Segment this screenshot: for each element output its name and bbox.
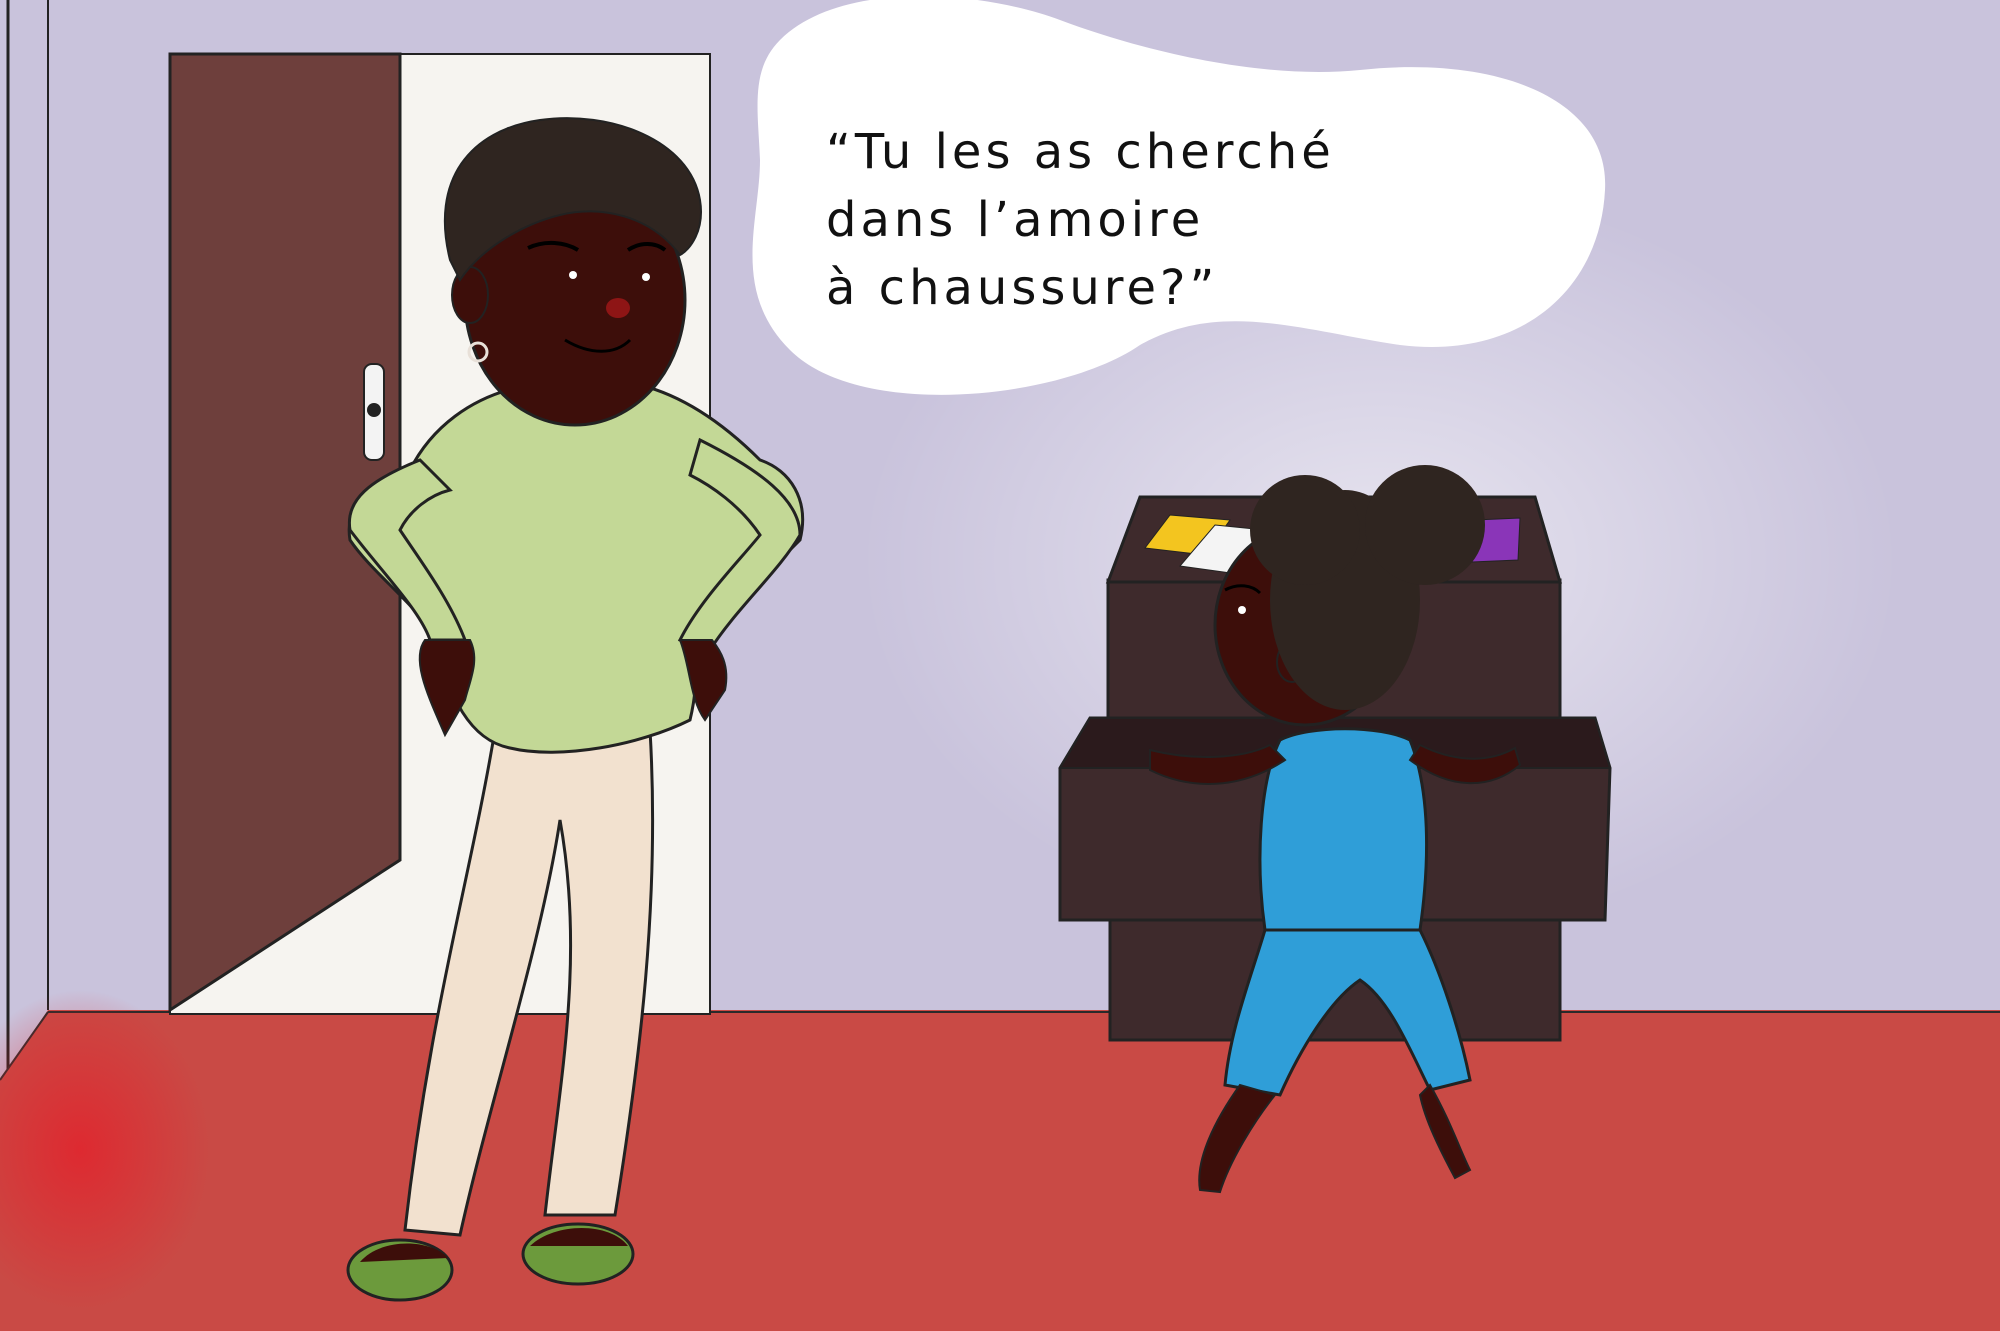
child-hair-puff-left	[1250, 475, 1360, 585]
child-eye	[1238, 606, 1246, 614]
door-keyhole	[367, 403, 381, 417]
speech-line-1: “Tu les as cherché	[826, 124, 1335, 180]
speech-bubble-text: “Tu les as cherché dans l’amoire à chaus…	[826, 118, 1446, 322]
woman-right-eye	[642, 273, 650, 281]
speech-line-3: à chaussure?”	[826, 260, 1219, 316]
floor	[0, 1010, 2000, 1331]
speech-line-2: dans l’amoire	[826, 192, 1205, 248]
woman-left-eye	[569, 271, 577, 279]
woman-nose	[606, 298, 630, 318]
child-hair-puff-right	[1365, 465, 1485, 585]
